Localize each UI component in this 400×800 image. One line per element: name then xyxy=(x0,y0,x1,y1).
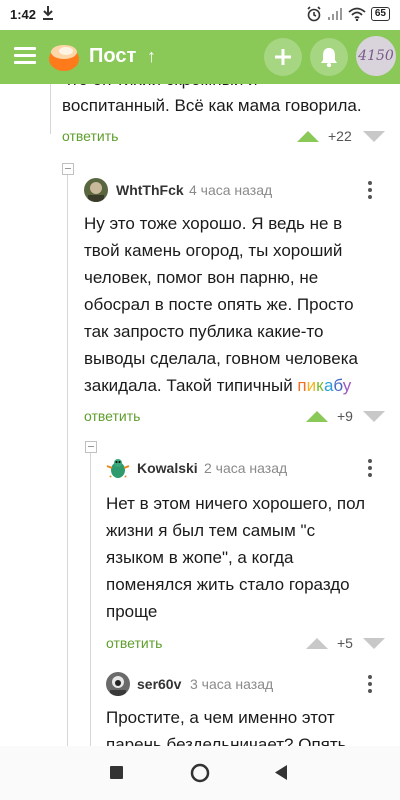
menu-icon[interactable] xyxy=(14,47,36,67)
comment-text-line: Простите, а чем именно этот xyxy=(106,708,335,727)
comment-text-line: Ну это тоже хорошо. Я ведь не в xyxy=(84,214,343,233)
pikabu-logo[interactable] xyxy=(47,40,81,74)
bell-icon xyxy=(321,48,337,68)
comment-text-line: парень бездельничает? Опять xyxy=(106,735,347,746)
downvote-button[interactable] xyxy=(363,131,385,142)
comment-text-line: твой камень огород, ты хороший xyxy=(84,241,343,260)
comment-text-line: выводы сделала, говном человека xyxy=(84,349,358,368)
collapse-thread-button[interactable] xyxy=(62,163,74,175)
status-bar: 1:42 65 xyxy=(0,0,400,30)
brand-letter: п xyxy=(297,376,307,395)
thread-line xyxy=(90,446,91,746)
wifi-icon xyxy=(348,7,366,21)
comment-author[interactable]: Kowalski xyxy=(137,460,198,476)
downvote-button[interactable] xyxy=(363,411,385,422)
alarm-icon xyxy=(307,6,321,22)
pikabu-brand-word[interactable]: пикабу xyxy=(297,376,351,395)
downvote-button[interactable] xyxy=(363,638,385,649)
upvote-button[interactable] xyxy=(306,411,328,422)
comments-section: что он тихий скромный и воспитанный. Всё… xyxy=(0,84,400,746)
comment-author[interactable]: WhtThFck xyxy=(116,182,184,198)
app-bar: Пост ↑ 4150 xyxy=(0,30,400,84)
brand-letter: а xyxy=(323,376,334,395)
upvote-button[interactable] xyxy=(306,638,328,649)
comment-text-line: воспитанный. Всё как мама говорила. xyxy=(62,96,362,115)
comment-text-line: проще xyxy=(106,602,158,621)
user-avatar[interactable]: 4150 xyxy=(356,36,396,76)
rating-value: +9 xyxy=(337,408,353,424)
signal-icon xyxy=(327,8,342,20)
scroll-up-icon[interactable]: ↑ xyxy=(147,46,156,67)
rating-value: +5 xyxy=(337,635,353,651)
more-options-icon[interactable] xyxy=(368,675,372,693)
status-icons: 65 xyxy=(306,6,390,22)
comment-text-line: обосрал в посте опять же. Просто xyxy=(84,295,354,314)
reply-link[interactable]: ответить xyxy=(106,635,162,651)
comment-time: 4 часа назад xyxy=(189,182,273,198)
system-navigation-bar xyxy=(0,746,400,800)
home-icon[interactable] xyxy=(190,763,210,783)
avatar[interactable] xyxy=(84,178,108,202)
comment-text-line: человек, помог вон парню, не xyxy=(84,268,319,287)
reply-link[interactable]: ответить xyxy=(84,408,140,424)
comment-author[interactable]: ser60v xyxy=(137,676,181,692)
more-options-icon[interactable] xyxy=(368,459,372,477)
comment-text-fragment: закидала. Такой типичный xyxy=(84,376,298,395)
status-time: 1:42 xyxy=(10,7,37,22)
comment-text-line: так запросто публика какие-то xyxy=(84,322,324,341)
thread-line xyxy=(67,168,68,746)
battery-indicator: 65 xyxy=(370,7,390,21)
page-title: Пост xyxy=(89,45,137,67)
comment-text-line: закидала. Такой типичный пикабу xyxy=(84,372,351,399)
download-icon xyxy=(43,6,53,20)
brand-letter: б xyxy=(333,376,343,395)
brand-letter: и xyxy=(306,376,317,395)
more-options-icon[interactable] xyxy=(368,181,372,199)
reply-link[interactable]: ответить xyxy=(62,128,118,144)
comment-time: 2 часа назад xyxy=(204,460,288,476)
rating-value: +22 xyxy=(328,128,352,144)
notifications-button[interactable] xyxy=(310,38,348,76)
brand-letter: у xyxy=(342,376,352,395)
recent-apps-icon[interactable] xyxy=(110,766,123,779)
back-icon[interactable] xyxy=(274,764,288,781)
comment-text-line: языком в жопе", а когда xyxy=(106,548,294,567)
collapse-thread-button[interactable] xyxy=(85,441,97,453)
avatar[interactable] xyxy=(106,672,130,696)
brand-letter: к xyxy=(316,376,324,395)
comment-text-line: Нет в этом ничего хорошего, пол xyxy=(106,494,366,513)
upvote-button[interactable] xyxy=(297,131,319,142)
plus-icon xyxy=(275,49,291,65)
avatar[interactable] xyxy=(106,456,130,480)
comment-time: 3 часа назад xyxy=(190,676,274,692)
comment-text-line: поменялся жить стало гораздо xyxy=(106,575,350,594)
add-post-button[interactable] xyxy=(264,38,302,76)
thread-line xyxy=(50,84,51,134)
comment-text-line: жизни я был тем самым "с xyxy=(106,521,316,540)
